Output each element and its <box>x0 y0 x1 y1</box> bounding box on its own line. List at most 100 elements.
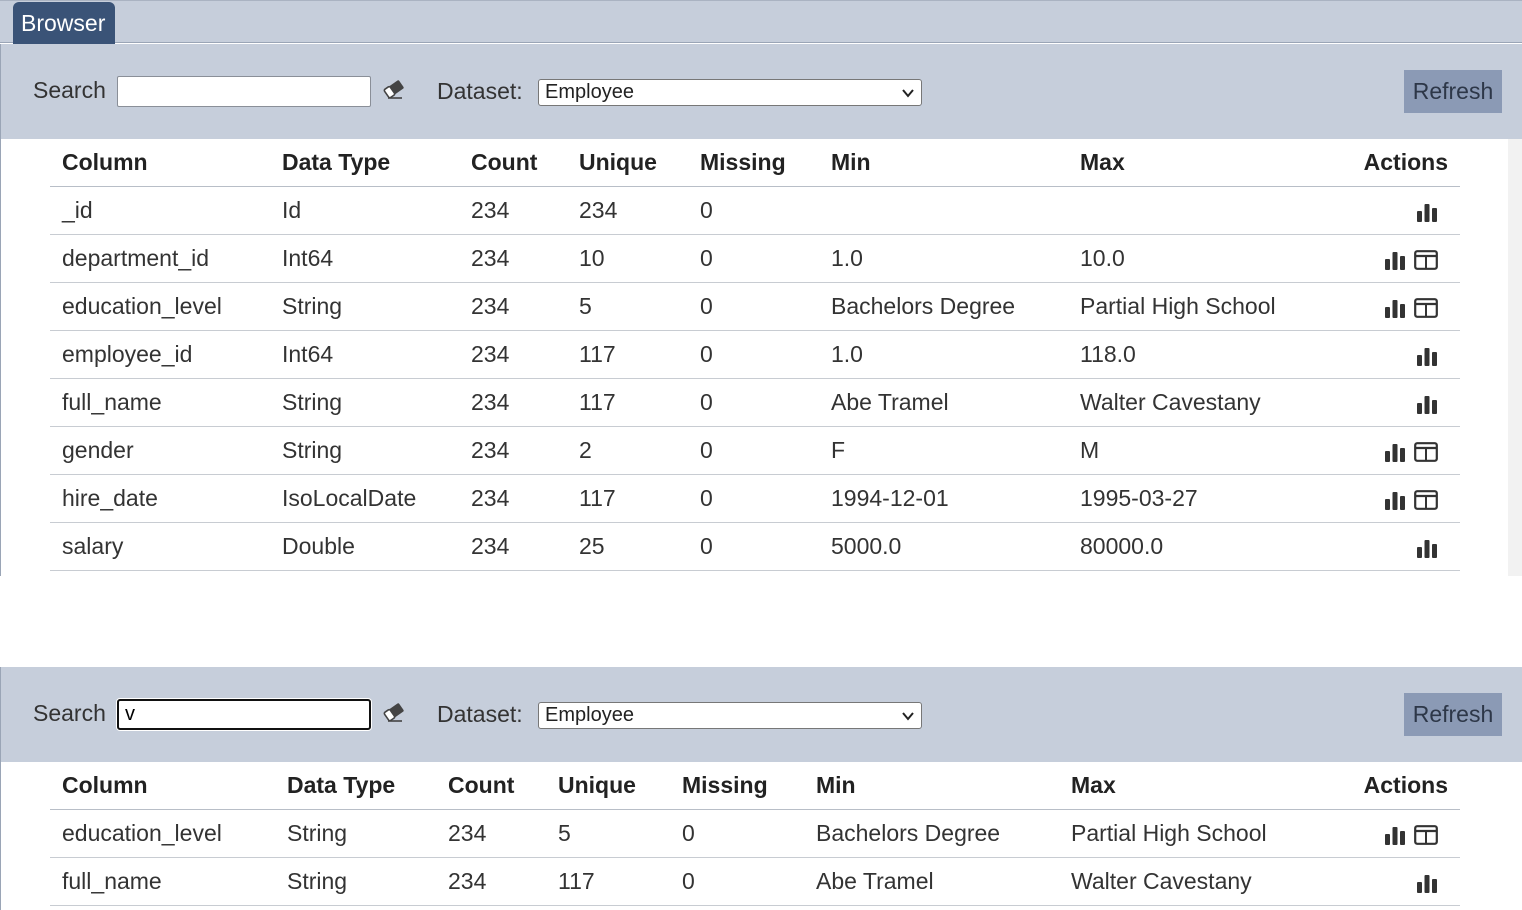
cell-column: hire_date <box>50 474 270 523</box>
chart-icon[interactable] <box>1416 394 1438 414</box>
cell-unique: 117 <box>567 378 688 427</box>
cell-column: _id <box>50 186 270 235</box>
cell-missing: 0 <box>688 282 819 331</box>
cell-actions <box>1318 522 1460 571</box>
table-header-row: Column Data Type Count Unique Missing Min Max A… <box>50 762 1460 810</box>
header-unique: Unique <box>567 139 688 187</box>
cell-missing: 0 <box>688 186 819 235</box>
table-row: employee_id Int64 234 117 0 1.0 118.0 <box>50 330 1460 379</box>
cell-unique: 234 <box>567 186 688 235</box>
table-icon[interactable] <box>1414 442 1438 462</box>
cell-unique: 117 <box>567 474 688 523</box>
chart-icon[interactable] <box>1416 873 1438 893</box>
table-row: hire_date IsoLocalDate 234 117 0 1994-12-01 19… <box>50 474 1460 523</box>
tab-browser[interactable]: Browser <box>13 2 115 44</box>
search-input[interactable] <box>117 699 371 730</box>
cell-max: Partial High School <box>1059 809 1318 858</box>
cell-count: 234 <box>459 474 567 523</box>
cell-count: 234 <box>459 234 567 283</box>
refresh-button[interactable]: Refresh <box>1404 70 1502 113</box>
cell-min <box>819 186 1068 235</box>
table-row: _id Id 234 234 0 <box>50 186 1460 235</box>
cell-unique: 5 <box>567 282 688 331</box>
table-icon[interactable] <box>1414 825 1438 845</box>
cell-data-type: String <box>275 809 436 858</box>
table-header-row: Column Data Type Count Unique Missing Min Max A… <box>50 139 1460 187</box>
table-row: education_level String 234 5 0 Bachelors Degr… <box>50 282 1460 331</box>
cell-missing: 0 <box>688 522 819 571</box>
cell-min: Bachelors Degree <box>819 282 1068 331</box>
header-count: Count <box>436 762 546 810</box>
cell-min: Abe Tramel <box>819 378 1068 427</box>
table-row: full_name String 234 117 0 Abe Tramel Walter C… <box>50 857 1460 906</box>
header-actions: Actions <box>1318 762 1460 810</box>
dataset-select-value: Employee <box>545 704 634 726</box>
table-icon[interactable] <box>1414 298 1438 318</box>
cell-actions <box>1318 378 1460 427</box>
search-label: Search <box>33 700 106 726</box>
table-row: full_name String 234 117 0 Abe Tramel Walter C… <box>50 378 1460 427</box>
cell-min: 1.0 <box>819 234 1068 283</box>
cell-count: 234 <box>459 186 567 235</box>
stats-content: Column Data Type Count Unique Missing Min Max A… <box>0 762 1522 910</box>
cell-max: Partial High School <box>1068 282 1318 331</box>
cell-data-type: String <box>270 282 459 331</box>
cell-data-type: Int64 <box>270 330 459 379</box>
cell-unique: 10 <box>567 234 688 283</box>
cell-column: department_id <box>50 234 270 283</box>
cell-actions <box>1318 234 1460 283</box>
cell-data-type: String <box>270 426 459 475</box>
eraser-icon[interactable] <box>382 78 406 100</box>
dataset-label: Dataset: <box>437 78 523 104</box>
refresh-button[interactable]: Refresh <box>1404 693 1502 736</box>
cell-column: employee_id <box>50 330 270 379</box>
cell-actions <box>1318 330 1460 379</box>
cell-unique: 2 <box>567 426 688 475</box>
cell-max: M <box>1068 426 1318 475</box>
cell-max: Walter Cavestany <box>1059 857 1318 906</box>
cell-min: 1994-12-01 <box>819 474 1068 523</box>
cell-data-type: Double <box>270 522 459 571</box>
header-data-type: Data Type <box>270 139 459 187</box>
chart-icon[interactable] <box>1384 442 1406 462</box>
cell-count: 234 <box>459 522 567 571</box>
header-unique: Unique <box>546 762 670 810</box>
chart-icon[interactable] <box>1384 298 1406 318</box>
header-actions: Actions <box>1318 139 1460 187</box>
browser-panel-filtered: Search Dataset: Employee Refresh ColumnD… <box>0 667 1522 910</box>
eraser-icon[interactable] <box>382 701 406 723</box>
table-icon[interactable] <box>1414 490 1438 510</box>
scrollbar[interactable] <box>1508 139 1522 576</box>
chart-icon[interactable] <box>1416 538 1438 558</box>
table-row: gender String 234 2 0 F M <box>50 426 1460 475</box>
cell-data-type: IsoLocalDate <box>270 474 459 523</box>
cell-missing: 0 <box>688 234 819 283</box>
cell-min: 1.0 <box>819 330 1068 379</box>
chart-icon[interactable] <box>1416 202 1438 222</box>
cell-max: 80000.0 <box>1068 522 1318 571</box>
cell-column: education_level <box>50 282 270 331</box>
dataset-label: Dataset: <box>437 701 523 727</box>
table-row: department_id Int64 234 10 0 1.0 10.0 <box>50 234 1460 283</box>
cell-count: 234 <box>459 378 567 427</box>
toolbar: Search Dataset: Employee Refresh <box>0 667 1522 762</box>
cell-min: 5000.0 <box>819 522 1068 571</box>
cell-missing: 0 <box>688 426 819 475</box>
chart-icon[interactable] <box>1416 346 1438 366</box>
cell-actions <box>1318 474 1460 523</box>
cell-actions <box>1318 809 1460 858</box>
chevron-down-icon <box>902 89 914 98</box>
cell-count: 234 <box>459 282 567 331</box>
chart-icon[interactable] <box>1384 825 1406 845</box>
cell-unique: 117 <box>546 857 670 906</box>
chart-icon[interactable] <box>1384 490 1406 510</box>
dataset-select-value: Employee <box>545 81 634 103</box>
cell-min: Bachelors Degree <box>804 809 1059 858</box>
search-input[interactable] <box>117 76 371 107</box>
cell-max: 118.0 <box>1068 330 1318 379</box>
cell-unique: 117 <box>567 330 688 379</box>
dataset-select[interactable]: Employee <box>538 702 922 729</box>
table-icon[interactable] <box>1414 250 1438 270</box>
chart-icon[interactable] <box>1384 250 1406 270</box>
dataset-select[interactable]: Employee <box>538 79 922 106</box>
